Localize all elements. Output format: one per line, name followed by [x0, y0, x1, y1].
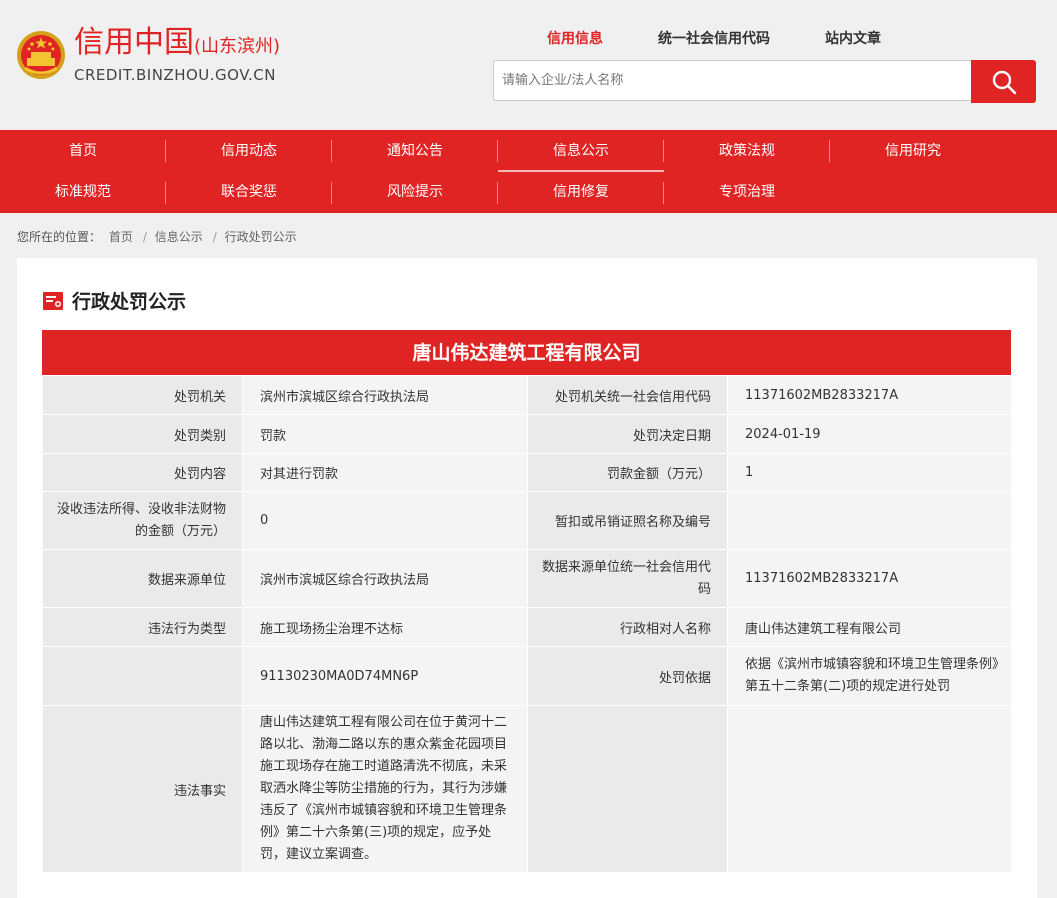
nav-item-credit-repair[interactable]: 信用修复 [498, 172, 664, 213]
breadcrumb-info-disclosure[interactable]: 信息公示 [155, 230, 203, 244]
nav-item-joint-rewards[interactable]: 联合奖惩 [166, 172, 332, 213]
breadcrumb-home[interactable]: 首页 [109, 230, 133, 244]
field-value [727, 705, 1012, 873]
page-title: 行政处罚公示 [72, 291, 187, 313]
nav-item-credit-research[interactable]: 信用研究 [830, 130, 996, 172]
site-header: 信用中国(山东滨州) CREDIT.BINZHOU.GOV.CN 信用信息 统一… [0, 0, 1057, 130]
nav-item-risk-alerts[interactable]: 风险提示 [332, 172, 498, 213]
table-row: 数据来源单位 滨州市滨城区综合行政执法局 数据来源单位统一社会信用代码 1137… [42, 549, 1012, 608]
field-value: 91130230MA0D74MN6P [242, 646, 528, 706]
field-label: 处罚决定日期 [527, 414, 728, 454]
field-label: 处罚依据 [527, 646, 728, 706]
tab-credit-info[interactable]: 信用信息 [547, 28, 603, 48]
field-label [42, 646, 243, 706]
field-label: 暂扣或吊销证照名称及编号 [527, 491, 728, 550]
nav-item-info-disclosure[interactable]: 信息公示 [498, 130, 664, 172]
table-row: 违法行为类型 施工现场扬尘治理不达标 行政相对人名称 唐山伟达建筑工程有限公司 [42, 607, 1012, 647]
field-label: 数据来源单位统一社会信用代码 [527, 549, 728, 608]
field-value: 罚款 [242, 414, 528, 454]
field-value: 施工现场扬尘治理不达标 [242, 607, 528, 647]
field-value: 唐山伟达建筑工程有限公司在位于黄河十二路以北、渤海二路以东的惠众紫金花园项目施工… [242, 705, 528, 873]
search-type-tabs: 信用信息 统一社会信用代码 站内文章 [547, 28, 936, 48]
panel-heading: 行政处罚公示 [42, 287, 186, 314]
table-row: 没收违法所得、没收非法财物的金额（万元） 0 暂扣或吊销证照名称及编号 [42, 491, 1012, 550]
penalty-info-table: 处罚机关 滨州市滨城区综合行政执法局 处罚机关统一社会信用代码 11371602… [42, 375, 1012, 873]
logo-title: 信用中国(山东滨州) [74, 25, 281, 60]
table-row: 91130230MA0D74MN6P 处罚依据 依据《滨州市城镇容貌和环境卫生管… [42, 646, 1012, 706]
table-row: 违法事实 唐山伟达建筑工程有限公司在位于黄河十二路以北、渤海二路以东的惠众紫金花… [42, 705, 1012, 873]
company-name-bar: 唐山伟达建筑工程有限公司 [42, 330, 1011, 375]
field-label [527, 705, 728, 873]
content-panel: 行政处罚公示 唐山伟达建筑工程有限公司 处罚机关 滨州市滨城区综合行政执法局 处… [17, 258, 1037, 898]
breadcrumb-current[interactable]: 行政处罚公示 [225, 230, 297, 244]
field-label: 处罚机关统一社会信用代码 [527, 375, 728, 415]
nav-item-home[interactable]: 首页 [0, 130, 166, 172]
table-row: 处罚内容 对其进行罚款 罚款金额（万元） 1 [42, 453, 1012, 492]
search-input[interactable] [493, 60, 971, 101]
tab-credit-code[interactable]: 统一社会信用代码 [658, 28, 770, 48]
tab-site-articles[interactable]: 站内文章 [825, 28, 881, 48]
search-bar [493, 60, 1036, 103]
field-value [727, 491, 1012, 550]
field-value: 对其进行罚款 [242, 453, 528, 492]
field-value: 滨州市滨城区综合行政执法局 [242, 549, 528, 608]
document-icon [43, 291, 63, 310]
field-label: 处罚机关 [42, 375, 243, 415]
logo-region: (山东滨州) [194, 36, 281, 57]
breadcrumb-separator: / [212, 230, 217, 244]
field-value: 0 [242, 491, 528, 550]
field-label: 数据来源单位 [42, 549, 243, 608]
national-emblem-icon [17, 31, 65, 79]
field-value: 11371602MB2833217A [727, 375, 1012, 415]
nav-item-notices[interactable]: 通知公告 [332, 130, 498, 172]
table-row: 处罚类别 罚款 处罚决定日期 2024-01-19 [42, 414, 1012, 454]
field-label: 处罚类别 [42, 414, 243, 454]
table-row: 处罚机关 滨州市滨城区综合行政执法局 处罚机关统一社会信用代码 11371602… [42, 375, 1012, 415]
field-value: 11371602MB2833217A [727, 549, 1012, 608]
field-label: 处罚内容 [42, 453, 243, 492]
breadcrumb-separator: / [142, 230, 147, 244]
field-value: 滨州市滨城区综合行政执法局 [242, 375, 528, 415]
field-value: 2024-01-19 [727, 414, 1012, 454]
logo-domain: CREDIT.BINZHOU.GOV.CN [74, 66, 276, 84]
nav-item-policies[interactable]: 政策法规 [664, 130, 830, 172]
field-value: 唐山伟达建筑工程有限公司 [727, 607, 1012, 647]
field-label: 罚款金额（万元） [527, 453, 728, 492]
field-label: 违法行为类型 [42, 607, 243, 647]
main-nav: 首页 信用动态 通知公告 信息公示 政策法规 信用研究 标准规范 联合奖惩 风险… [0, 130, 1057, 213]
field-label: 违法事实 [42, 705, 243, 873]
field-label: 行政相对人名称 [527, 607, 728, 647]
field-value: 1 [727, 453, 1012, 492]
nav-item-standards[interactable]: 标准规范 [0, 172, 166, 213]
nav-item-credit-news[interactable]: 信用动态 [166, 130, 332, 172]
breadcrumb-prefix: 您所在的位置： [17, 230, 102, 244]
breadcrumb: 您所在的位置： 首页 / 信息公示 / 行政处罚公示 [17, 228, 301, 245]
search-icon [992, 70, 1016, 94]
nav-item-special-governance[interactable]: 专项治理 [664, 172, 830, 213]
search-button[interactable] [971, 60, 1036, 103]
site-logo[interactable]: 信用中国(山东滨州) CREDIT.BINZHOU.GOV.CN [16, 26, 280, 84]
field-label: 没收违法所得、没收非法财物的金额（万元） [42, 491, 243, 550]
field-value: 依据《滨州市城镇容貌和环境卫生管理条例》第五十二条第(二)项的规定进行处罚 [727, 646, 1012, 706]
